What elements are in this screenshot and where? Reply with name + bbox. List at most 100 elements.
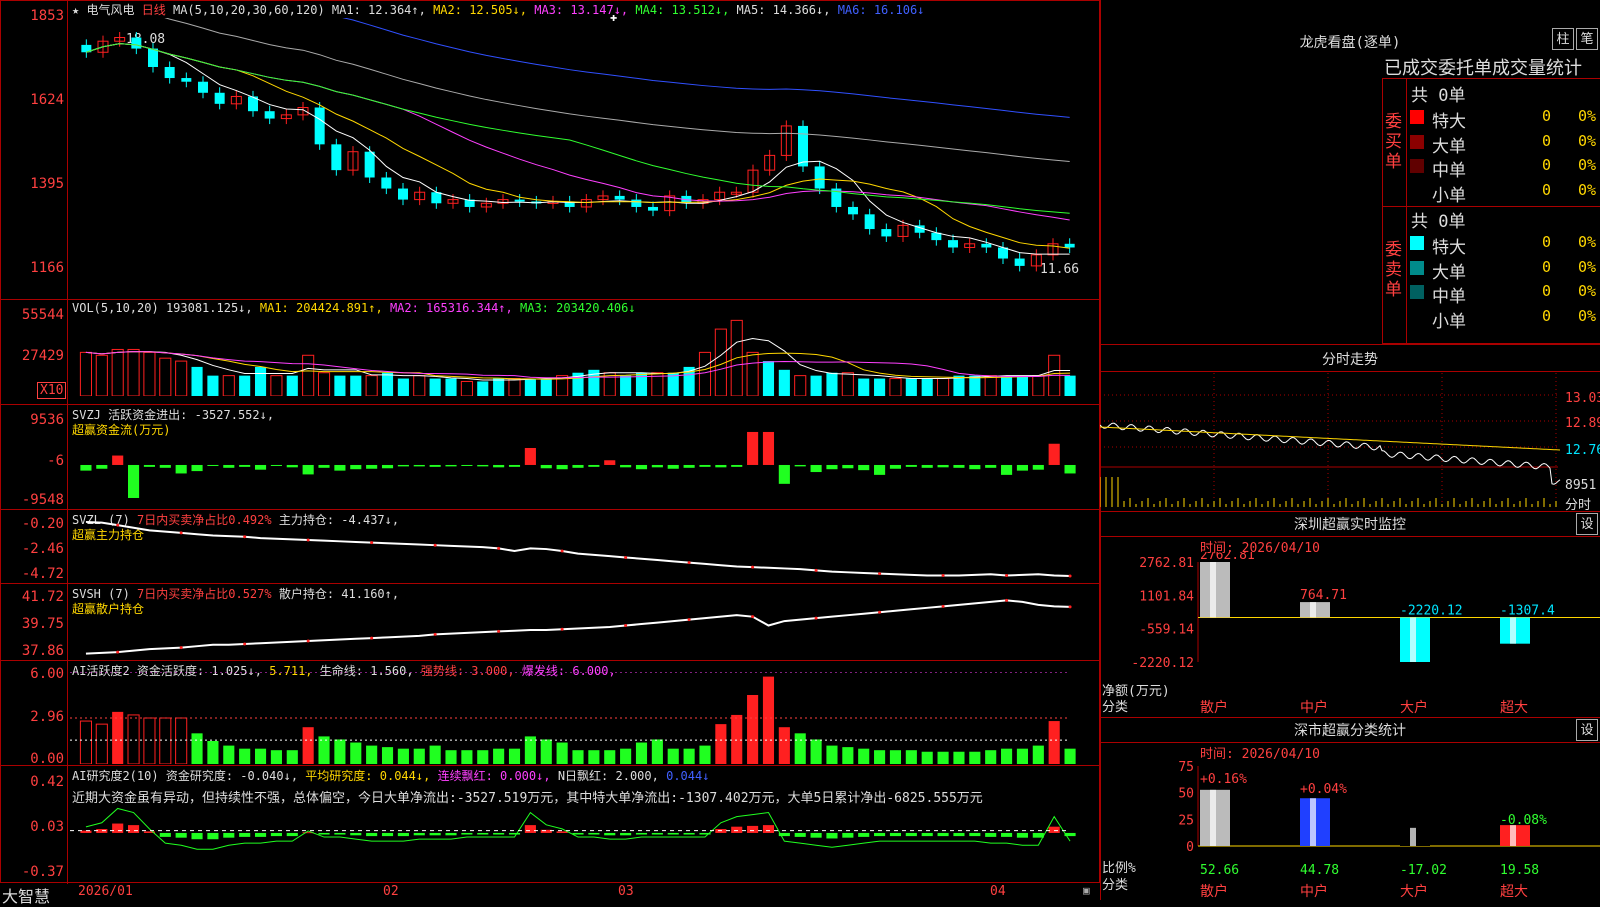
- intraday-volume: 8951: [1565, 478, 1597, 493]
- pen-mode-button[interactable]: 笔: [1576, 28, 1598, 50]
- research-bar: [604, 832, 616, 836]
- svzj-chart: [80, 431, 1076, 498]
- candle: [214, 92, 225, 104]
- volume-bar: [254, 366, 267, 396]
- order-row-pct: 0%: [1578, 107, 1597, 125]
- activity-bar: [239, 748, 251, 764]
- candle: [1064, 243, 1075, 248]
- research-bar: [635, 832, 648, 835]
- sz-category-settings-button[interactable]: 设: [1576, 719, 1598, 741]
- activity-bar: [381, 747, 394, 764]
- research-bar: [175, 832, 187, 838]
- order-row-label: 大单: [1432, 136, 1466, 157]
- svzj-y-label: 9536: [30, 412, 64, 428]
- research-bar: [461, 832, 473, 835]
- volume-bar: [239, 375, 251, 396]
- fund-flow-bar: [143, 464, 155, 467]
- sz-monitor-settings-button[interactable]: 设: [1576, 513, 1598, 535]
- research-bar: [683, 832, 695, 835]
- intraday-title: 分时走势: [1322, 352, 1378, 368]
- fund-flow-bar: [810, 464, 822, 473]
- column-mode-button[interactable]: 柱: [1552, 28, 1574, 50]
- fund-flow-bar: [350, 464, 362, 470]
- fund-flow-bar: [254, 464, 267, 470]
- pct-change-label: +0.16%: [1200, 772, 1247, 787]
- fund-flow-bar: [731, 464, 743, 467]
- activity-bar: [445, 750, 457, 764]
- period-label[interactable]: 日线: [142, 3, 166, 17]
- fund-flow-bar: [842, 464, 854, 469]
- order-row-pct: 0%: [1578, 282, 1597, 300]
- sz-monitor-chart: 2762.81 1101.84 -559.14 -2220.12 2762.81 散户 76…: [1131, 552, 1600, 716]
- research-bar: [366, 832, 378, 837]
- research-bar: [620, 832, 632, 836]
- pct-change-label: -0.08%: [1500, 813, 1547, 828]
- activity-bar: [366, 745, 378, 764]
- activity-bar: [588, 750, 600, 764]
- fund-flow-bar: [858, 464, 870, 471]
- research-bar: [842, 832, 854, 838]
- volume-bar: [746, 351, 759, 396]
- activity-bar: [604, 750, 616, 764]
- fund-flow-bar: [921, 464, 933, 468]
- candle: [798, 125, 808, 167]
- candle: [364, 151, 375, 178]
- main-holding-line-point: [243, 535, 247, 539]
- fund-flow-bar: [588, 464, 600, 467]
- fund-flow-bar: [318, 464, 330, 468]
- activity-bar: [794, 733, 806, 764]
- order-row: 特大 0 0%: [1410, 105, 1600, 132]
- activity-bar: [1001, 748, 1013, 764]
- main-holding-line-point: [1068, 574, 1072, 578]
- fund-flow-bar: [128, 464, 140, 498]
- volume-bar: [889, 378, 902, 396]
- fund-flow-bar: [366, 464, 378, 469]
- activity-bar: [715, 724, 727, 764]
- category-label: 中户: [1300, 699, 1328, 716]
- intraday-price: 12.76: [1565, 443, 1600, 458]
- ai-research-header: AI研究度2(10) 资金研究度: -0.040↓, 平均研究度: 0.044↓…: [72, 767, 709, 784]
- vol-ma1: MA1: 204424.891↑,: [259, 301, 383, 315]
- order-row: 大单 0 0%: [1410, 256, 1600, 283]
- activity-bar: [508, 748, 521, 764]
- activity-bar: [270, 750, 282, 764]
- activity-bar: [477, 750, 489, 764]
- activity-bar: [207, 741, 219, 764]
- order-row-count: 0: [1542, 131, 1552, 150]
- research-bar: [524, 825, 536, 833]
- svsh-chart: [85, 598, 1072, 655]
- volume-bar: [286, 375, 298, 396]
- volume-bar: [937, 378, 950, 396]
- fund-flow-bar: [397, 464, 409, 467]
- candle: [131, 37, 142, 49]
- activity-bar: [302, 727, 314, 764]
- date-tick: 02: [383, 884, 399, 899]
- fund-flow-bar: [969, 464, 981, 470]
- star-icon[interactable]: ★: [72, 3, 79, 17]
- lock-icon[interactable]: ▣: [1083, 884, 1090, 897]
- category-label: 超大: [1500, 884, 1528, 900]
- svzl-chart: [85, 520, 1072, 578]
- volume-bar: [1064, 375, 1076, 396]
- activity-bar: [413, 748, 425, 764]
- category-bar-highlight: [1210, 562, 1216, 618]
- volume-bar: [270, 375, 283, 396]
- svsh-y-label: 37.86: [21, 643, 64, 659]
- volume-bar: [79, 351, 92, 396]
- activity-bar: [667, 748, 679, 764]
- activity-bar: [858, 748, 870, 764]
- category-label: 大户: [1400, 699, 1428, 716]
- order-row-count: 0: [1542, 156, 1552, 174]
- order-row: 大单 0 0%: [1410, 130, 1600, 157]
- volume-bar: [794, 375, 807, 396]
- y-tick-label: 75: [1178, 760, 1194, 775]
- category-label: 超大: [1500, 700, 1528, 716]
- category-value-label: 19.58: [1500, 863, 1539, 878]
- ai-research-y-label: 0.03: [30, 819, 64, 835]
- order-row-count: 0: [1542, 282, 1552, 300]
- ma1-value: MA1: 12.364↑,: [331, 3, 426, 17]
- main-holding-line-point: [814, 568, 818, 572]
- volume-bar: [191, 366, 203, 396]
- research-bar: [445, 832, 457, 836]
- fund-flow-bar: [540, 464, 552, 469]
